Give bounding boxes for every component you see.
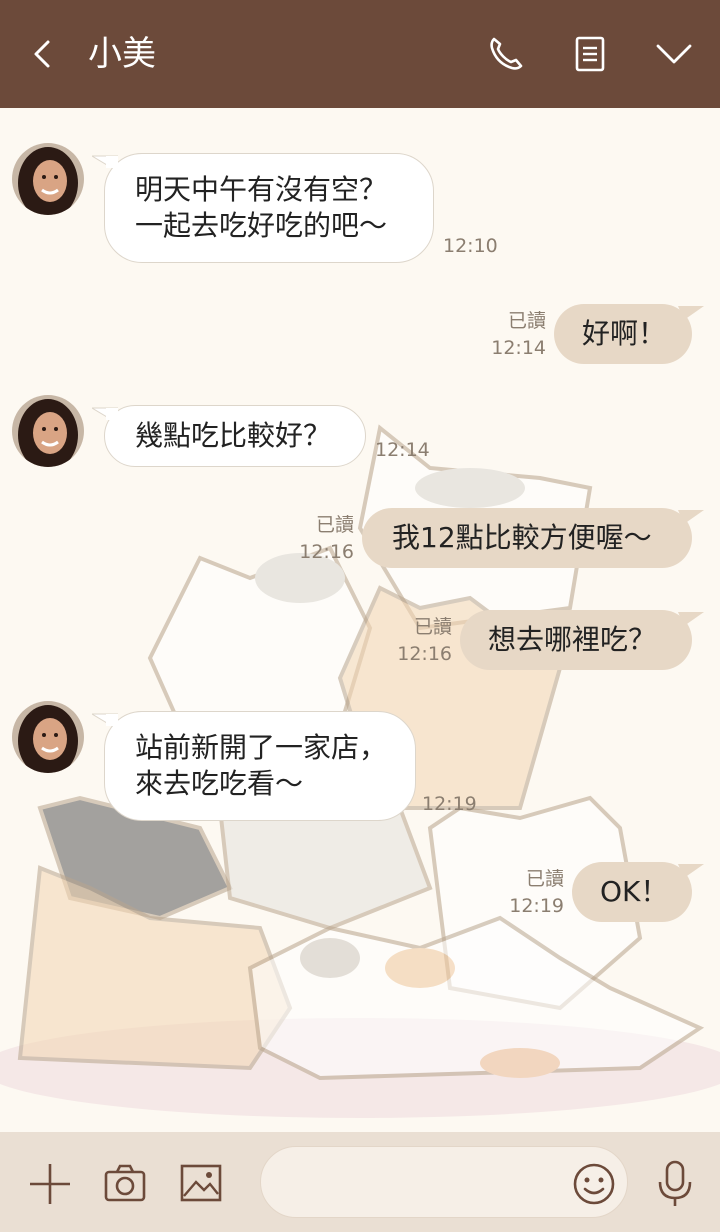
message-bubble-outgoing[interactable]: OK！ [572,862,692,922]
bubble-tail [678,510,704,524]
bubble-tail [678,612,704,626]
message-time: 12:10 [443,235,498,257]
contact-avatar[interactable] [12,143,84,215]
message-text: 好啊！ [582,317,667,350]
message-text: 一起去吃好吃的吧～ [135,209,388,242]
bubble-tail [678,864,704,878]
message-input[interactable] [283,1163,563,1203]
call-button[interactable] [482,30,530,78]
bubble-tail [92,155,118,168]
voice-input-button[interactable] [650,1158,700,1210]
read-receipt: 已讀 [413,616,452,638]
message-bubble-incoming[interactable]: 站前新開了一家店， 來去吃吃看～ [104,711,416,821]
phone-icon [490,37,523,70]
image-icon [180,1164,222,1202]
message-bubble-incoming[interactable]: 明天中午有沒有空？ 一起去吃好吃的吧～ [104,153,434,263]
message-text: 我12點比較方便喔～ [392,521,652,554]
contact-avatar[interactable] [12,395,84,467]
camera-button[interactable] [100,1160,150,1208]
microphone-icon [658,1160,692,1206]
message-text: 想去哪裡吃？ [488,623,657,656]
read-receipt: 已讀 [507,310,546,332]
notes-icon [575,36,605,72]
message-time: 12:16 [397,643,452,665]
message-text: 明天中午有沒有空？ [135,173,388,206]
emoji-button[interactable] [570,1160,618,1208]
message-text: 站前新開了一家店， [135,731,388,764]
contact-name[interactable]: 小美 [88,30,156,78]
chevron-down-icon [656,44,692,64]
back-icon [34,40,50,68]
message-time: 12:14 [375,439,430,461]
message-text: 來去吃吃看～ [135,767,304,800]
read-receipt: 已讀 [315,514,354,536]
menu-toggle-button[interactable] [650,30,698,78]
notes-button[interactable] [566,30,614,78]
message-time: 12:16 [299,541,354,563]
message-bubble-outgoing[interactable]: 我12點比較方便喔～ [362,508,692,568]
read-receipt: 已讀 [525,868,564,890]
message-time: 12:19 [509,895,564,917]
plus-icon [30,1164,70,1204]
message-text: OK！ [600,875,669,908]
contact-avatar[interactable] [12,701,84,773]
back-button[interactable] [22,30,62,78]
bubble-tail [92,407,118,420]
message-bubble-incoming[interactable]: 幾點吃比較好？ [104,405,366,467]
bubble-tail [678,306,704,320]
gallery-button[interactable] [176,1160,226,1208]
message-text: 幾點吃比較好？ [135,419,332,452]
emoji-icon [573,1163,615,1205]
message-bubble-outgoing[interactable]: 想去哪裡吃？ [460,610,692,670]
chat-header: 小美 [0,0,720,108]
bubble-tail [92,713,118,726]
message-time: 12:19 [422,793,477,815]
camera-icon [104,1164,146,1202]
message-bubble-outgoing[interactable]: 好啊！ [554,304,692,364]
add-attachment-button[interactable] [26,1160,74,1208]
message-time: 12:14 [491,337,546,359]
